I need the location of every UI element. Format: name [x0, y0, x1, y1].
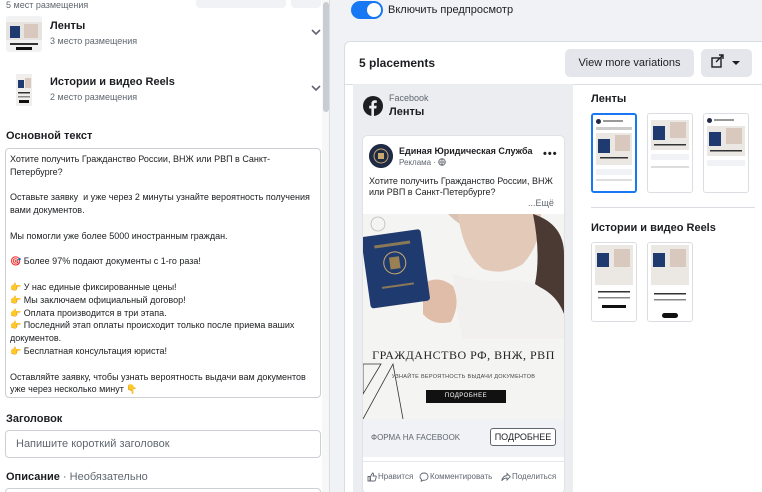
- primary-text-line: 🎯 Более 97% подают документы с 1-го раза…: [10, 256, 201, 267]
- chevron-down-icon[interactable]: [310, 26, 322, 38]
- like-label: Нравится: [378, 472, 414, 482]
- share-icon: [501, 472, 511, 482]
- ad-image-headline: ГРАЖДАНСТВО РФ, ВНЖ, РВП: [372, 348, 555, 362]
- primary-text-line: Оставляйте заявку, чтобы узнать вероятно…: [10, 371, 309, 395]
- scrollbar-thumb[interactable]: [323, 2, 329, 112]
- headline-label: Заголовок: [6, 413, 63, 425]
- like-action[interactable]: Нравится: [367, 472, 413, 482]
- primary-text-line: [10, 217, 316, 230]
- primary-text-line: 👉 У нас единые фиксированные цены!: [10, 281, 177, 292]
- like-icon: [367, 472, 377, 482]
- comment-label: Комментировать: [430, 472, 493, 482]
- cta-caption: ФОРМА НА FACEBOOK: [371, 433, 461, 442]
- description-label-text: Описание: [6, 471, 60, 483]
- variations-divider: [591, 207, 755, 208]
- primary-text-line: 👉 Бесплатная консультация юриста!: [10, 345, 167, 356]
- ad-image-subline: УЗНАЙТЕ ВЕРОЯТНОСТЬ ВЫДАЧИ ДОКУМЕНТОВ: [391, 374, 536, 380]
- primary-text-line: 👉 Оплата производится в три этапа.: [10, 307, 167, 318]
- primary-text-input[interactable]: Хотите получить Гражданство России, ВНЖ …: [5, 148, 321, 398]
- edit-button[interactable]: [196, 0, 286, 8]
- description-input[interactable]: [5, 488, 321, 492]
- see-more-link[interactable]: ...Ещё: [528, 198, 554, 208]
- comment-icon: [419, 472, 429, 482]
- variation-thumb-feed-2[interactable]: [647, 113, 693, 193]
- variation-thumb-story-1[interactable]: [591, 242, 637, 322]
- placement-stories-reels[interactable]: Истории и видео Reels 2 место размещения: [0, 70, 329, 114]
- globe-icon: [438, 158, 446, 166]
- post-options-icon[interactable]: •••: [543, 148, 558, 160]
- cta-button[interactable]: ПОДРОБНЕЕ: [490, 428, 556, 446]
- placement-name: Ленты: [50, 20, 86, 32]
- variations-feeds-title: Ленты: [591, 93, 627, 105]
- ads-manager-editor: 5 мест размещения Ленты 3 место размещен…: [0, 0, 762, 492]
- placements-title: 5 placements: [359, 56, 436, 70]
- placement-name: Истории и видео Reels: [50, 76, 175, 88]
- primary-text-line: [10, 268, 316, 281]
- primary-text-line: Мы помогли уже более 5000 иностранным гр…: [10, 230, 228, 241]
- toggle-knob: [367, 3, 381, 17]
- facebook-post: Единая Юридическая Служба Реклама · ••• …: [363, 136, 564, 492]
- post-text: Хотите получить Гражданство России, ВНЖ …: [369, 176, 553, 197]
- share-action[interactable]: Поделиться: [501, 472, 556, 482]
- placement-thumbnail: [6, 72, 42, 108]
- variation-thumb-story-2[interactable]: [647, 242, 693, 322]
- cta-bar: ФОРМА НА FACEBOOK ПОДРОБНЕЕ: [363, 419, 564, 457]
- ad-creative-image: ГРАЖДАНСТВО РФ, ВНЖ, РВП УЗНАЙТЕ ВЕРОЯТН…: [363, 214, 564, 419]
- ad-image-button: ПОДРОБНЕЕ: [426, 390, 506, 403]
- page-avatar: [369, 144, 393, 168]
- external-link-icon: [711, 54, 724, 68]
- share-label: Поделиться: [512, 472, 557, 482]
- primary-text-line: [10, 243, 316, 256]
- sponsored-label: Реклама ·: [399, 158, 446, 167]
- placement-sub: 3 место размещения: [50, 36, 138, 46]
- preview-toggle[interactable]: [351, 1, 383, 19]
- description-optional: · Необязательно: [59, 471, 148, 483]
- primary-text-line: [10, 358, 316, 371]
- open-preview-button[interactable]: [701, 49, 752, 77]
- variations-stories-title: Истории и видео Reels: [591, 222, 716, 234]
- placement-sub: 2 место размещения: [50, 92, 138, 102]
- sponsored-text: Реклама ·: [399, 158, 439, 167]
- ad-settings-panel: 5 мест размещения Ленты 3 место размещен…: [0, 0, 330, 492]
- page-name[interactable]: Единая Юридическая Служба: [399, 146, 533, 156]
- chevron-down-icon[interactable]: [310, 82, 322, 94]
- primary-text-label: Основной текст: [6, 130, 93, 142]
- primary-text-line: Оставьте заявку и уже через 2 минуты узн…: [10, 192, 313, 216]
- placement-feed-name: Ленты: [389, 106, 425, 118]
- preview-card: 5 placements View more variations Facebo…: [344, 41, 762, 492]
- primary-text-line: Хотите получить Гражданство России, ВНЖ …: [10, 154, 271, 177]
- placements-count: 5 мест размещения: [6, 0, 89, 10]
- platform-name: Facebook: [389, 93, 429, 103]
- comment-action[interactable]: Комментировать: [419, 472, 492, 482]
- placement-thumbnail: [6, 16, 42, 52]
- more-button[interactable]: [291, 0, 321, 8]
- primary-text-line: 👉 Мы заключаем официальный договор!: [10, 294, 186, 305]
- headline-input[interactable]: Напишите короткий заголовок: [5, 430, 321, 458]
- primary-text-line: 👉 Последний этап оплаты происходит тольк…: [10, 320, 297, 344]
- placement-feeds[interactable]: Ленты 3 место размещения: [0, 14, 329, 58]
- ad-preview-pane: Facebook Ленты Единая Юридическая Служба…: [353, 84, 573, 492]
- variation-thumb-feed-1[interactable]: [591, 113, 637, 193]
- preview-toggle-label: Включить предпросмотр: [388, 4, 514, 16]
- description-label: Описание · Необязательно: [6, 471, 148, 483]
- facebook-logo-icon: [363, 96, 383, 116]
- post-actions: Нравится Комментировать Поделиться: [363, 461, 564, 492]
- variation-thumb-feed-3[interactable]: [703, 113, 749, 193]
- view-more-variations-button[interactable]: View more variations: [565, 49, 694, 77]
- caret-down-icon: [732, 61, 740, 65]
- primary-text-line: [10, 179, 316, 192]
